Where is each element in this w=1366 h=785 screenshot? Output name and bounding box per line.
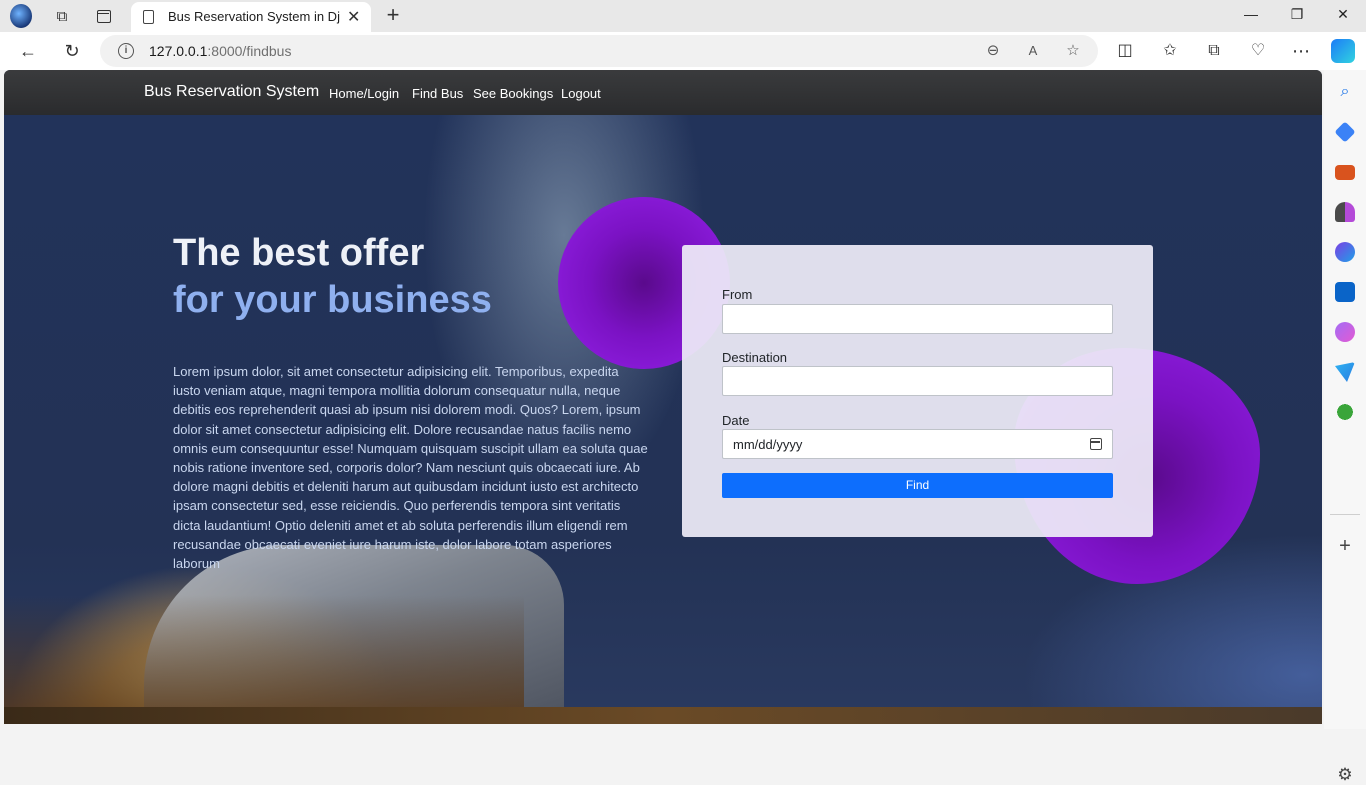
tools-icon[interactable] — [1335, 165, 1355, 180]
close-tab-icon[interactable]: ✕ — [347, 7, 360, 27]
read-aloud-icon[interactable]: A — [1024, 42, 1042, 60]
date-placeholder: mm/dd/yyyy — [733, 437, 803, 452]
zoom-out-icon[interactable]: ⊖ — [984, 42, 1002, 60]
copilot-icon[interactable] — [1331, 39, 1355, 63]
hero-heading-line2: for your business — [173, 279, 492, 321]
nav-link-find-bus[interactable]: Find Bus — [412, 86, 463, 101]
outlook-icon[interactable] — [1335, 282, 1355, 302]
page-viewport: Bus Reservation System Home/Login Find B… — [4, 70, 1322, 724]
drop-icon[interactable] — [1335, 362, 1355, 382]
new-tab-icon[interactable]: + — [382, 2, 404, 28]
date-input[interactable]: mm/dd/yyyy — [722, 429, 1113, 459]
calendar-icon[interactable] — [1090, 438, 1102, 450]
tree-icon[interactable] — [1335, 402, 1355, 422]
tab-bar: ⧉ Bus Reservation System in Django ✕ + —… — [0, 0, 1366, 32]
nav-link-see-bookings[interactable]: See Bookings — [473, 86, 553, 101]
find-bus-form: From Destination Date mm/dd/yyyy Find — [682, 245, 1153, 537]
profile-avatar-icon[interactable] — [10, 4, 32, 28]
settings-icon[interactable]: ⚙ — [1335, 765, 1355, 785]
url-text: 127.0.0.1:8000/findbus — [149, 43, 292, 59]
hero-heading-line1: The best offer — [173, 232, 425, 274]
edge-sidebar: ⌕ + ⚙ — [1324, 70, 1366, 784]
destination-input[interactable] — [722, 366, 1113, 396]
ground-strip — [4, 707, 1322, 724]
split-screen-icon[interactable]: ◫ — [1114, 40, 1136, 62]
hero-section: The best offer for your business Lorem i… — [4, 115, 1322, 724]
address-input[interactable]: i 127.0.0.1:8000/findbus ⊖ A ☆ — [100, 35, 1098, 67]
hero-paragraph: Lorem ipsum dolor, sit amet consectetur … — [173, 364, 648, 572]
from-label: From — [722, 287, 753, 302]
window-close-icon[interactable]: ✕ — [1333, 6, 1353, 26]
tab-actions-icon[interactable] — [93, 5, 115, 27]
refresh-icon[interactable]: ↻ — [61, 40, 83, 62]
nav-link-logout[interactable]: Logout — [561, 86, 601, 101]
active-tab[interactable]: Bus Reservation System in Django ✕ — [131, 2, 371, 32]
tab-title: Bus Reservation System in Django — [168, 9, 340, 24]
site-brand[interactable]: Bus Reservation System — [144, 83, 319, 101]
microsoft365-icon[interactable] — [1335, 242, 1355, 262]
favorites-icon[interactable]: ✩ — [1159, 40, 1181, 62]
minimize-icon[interactable]: — — [1241, 6, 1261, 26]
shopping-icon[interactable] — [1334, 121, 1356, 143]
more-icon[interactable]: ⋯ — [1290, 40, 1312, 62]
back-icon[interactable]: ← — [17, 40, 39, 62]
designer-icon[interactable] — [1335, 322, 1355, 342]
games-icon[interactable] — [1335, 202, 1355, 222]
restore-icon[interactable]: ❐ — [1287, 6, 1307, 26]
site-navbar: Bus Reservation System Home/Login Find B… — [4, 70, 1322, 115]
info-icon[interactable]: i — [118, 43, 134, 59]
search-icon[interactable]: ⌕ — [1335, 82, 1355, 102]
destination-label: Destination — [722, 350, 788, 365]
find-button[interactable]: Find — [722, 473, 1113, 498]
page-icon — [143, 10, 154, 24]
add-icon[interactable]: + — [1335, 536, 1355, 556]
from-input[interactable] — [722, 304, 1113, 334]
sidebar-divider — [1330, 514, 1360, 515]
favorite-star-icon[interactable]: ☆ — [1064, 42, 1082, 60]
nav-link-home-login[interactable]: Home/Login — [329, 86, 399, 101]
workspaces-icon[interactable]: ⧉ — [51, 5, 73, 27]
collections-icon[interactable]: ⧉ — [1203, 40, 1225, 62]
date-label: Date — [722, 413, 750, 428]
browser-essentials-icon[interactable]: ♡ — [1247, 40, 1269, 62]
palm-background-image — [4, 595, 524, 724]
